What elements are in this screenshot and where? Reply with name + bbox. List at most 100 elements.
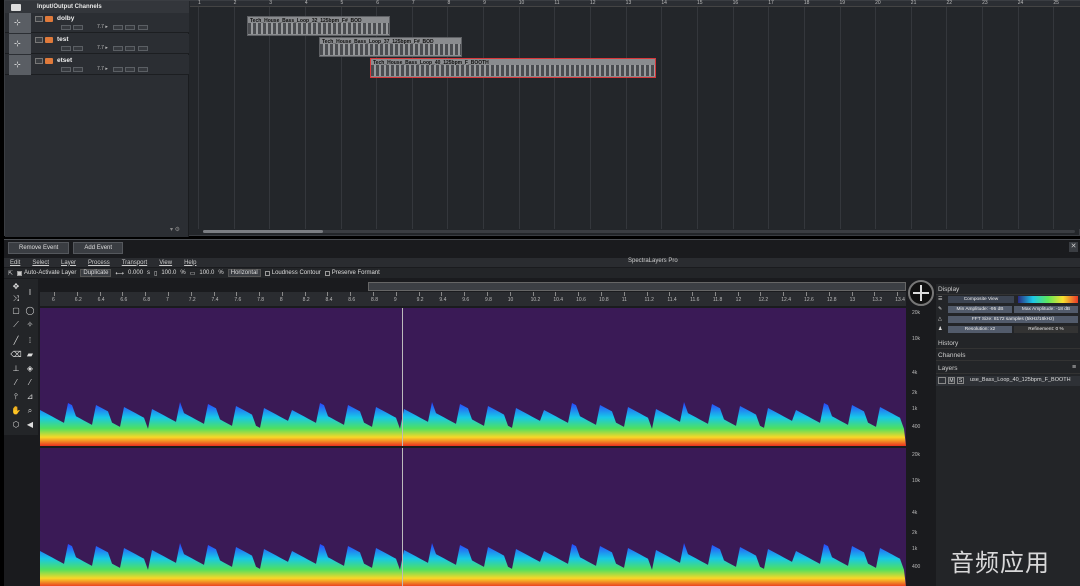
scrollbar-thumb[interactable] [203,230,323,233]
time-ruler[interactable]: 6 6.2 6.4 6.6 6.8 7 7.2 7.4 7.6 7.8 8 8.2 8.4 8.6 8.8 9… [40,292,906,306]
menu-transport[interactable]: Transport [122,260,147,266]
settings-gear-icon[interactable]: ▾ ⚙ [170,226,180,233]
track-control[interactable] [138,67,148,72]
hand-icon[interactable]: ✋ [10,405,22,417]
close-icon[interactable]: ✕ [1069,242,1078,252]
monitor-icon[interactable]: ⊹ [14,60,21,69]
track-control[interactable] [125,46,135,51]
track-control[interactable] [61,25,71,30]
layer-row[interactable]: M S use_Bass_Loop_40_125bpm_F_BOOTH [936,376,1080,386]
layer-solo-icon[interactable]: S [957,377,964,384]
refinement-slider[interactable]: Refinement: 0 % [1014,326,1078,333]
channels-panel-header[interactable]: Channels [936,350,1080,361]
menu-help[interactable]: Help [184,260,196,266]
track-volume[interactable]: 7.7 ▸ [97,45,108,51]
monitor-icon[interactable]: ⊹ [14,18,21,27]
remove-event-button[interactable]: Remove Event [8,242,70,254]
time-stretch-field[interactable]: 100.0 [161,270,176,276]
pitch-tool-icon[interactable]: ⫯ [10,391,22,403]
colormap-selector[interactable] [1018,296,1078,303]
max-amplitude-slider[interactable]: Max Amplitude: -18 dB [1014,306,1078,313]
navigation-compass-icon[interactable] [908,280,934,306]
display-panel-header[interactable]: Display [936,284,1080,295]
track-control[interactable] [138,25,148,30]
track-volume[interactable]: 7.7 ▸ [97,66,108,72]
time-tick [806,292,808,296]
menu-view[interactable]: View [159,260,172,266]
layer-mute-icon[interactable]: M [948,377,955,384]
mode-dropdown[interactable]: Duplicate [80,269,112,277]
speaker-icon[interactable]: ◀ [24,419,36,431]
paint-brush-icon[interactable]: ⁄ [10,377,22,389]
fill-icon[interactable]: ◈ [24,363,36,375]
spectrogram-channel-1[interactable] [40,308,906,446]
track-control[interactable] [73,67,83,72]
zoom-icon[interactable]: ⌕ [24,405,36,417]
menu-select[interactable]: Select [32,260,49,266]
pitch-field[interactable]: 100.0 [199,270,214,276]
eraser-icon[interactable]: ⌫ [10,349,22,361]
add-event-button[interactable]: Add Event [73,242,124,254]
stamp-icon[interactable]: ⊥ [10,363,22,375]
monitor-icon[interactable]: ⊹ [14,39,21,48]
folder-track[interactable]: Input/Output Channels [5,1,189,13]
playhead[interactable] [402,308,403,446]
history-panel-header[interactable]: History [936,338,1080,349]
horizontal-scrollbar[interactable] [203,230,1075,233]
track-control[interactable] [61,67,71,72]
preserve-formant-checkbox[interactable]: Preserve Formant [324,270,380,276]
lasso-icon[interactable]: ◯ [24,305,36,317]
menu-layer[interactable]: Layer [61,260,76,266]
playhead[interactable] [402,448,403,586]
move-layer-icon[interactable]: ⤨ [10,293,22,305]
cube-icon[interactable]: ⬡ [10,419,22,431]
dots-icon[interactable]: ⁞ [24,335,36,347]
record-enable-button[interactable] [45,58,53,64]
track-etset[interactable]: ⊹ etset 7.7 ▸ [5,55,189,75]
audio-clip-selected[interactable]: Tech_House_Bass_Loop_40_125bpm_F_BOOTH [370,58,656,78]
track-control[interactable] [138,46,148,51]
brush-icon[interactable]: ⟋ [10,319,22,331]
menu-process[interactable]: Process [88,260,110,266]
text-cursor-icon[interactable]: I [24,287,36,299]
track-test[interactable]: ⊹ test 7.7 ▸ [5,34,189,54]
track-dolby[interactable]: ⊹ dolby 7.7 ▸ [5,13,189,33]
menu-icon[interactable]: ≡ [1072,364,1076,371]
mute-button[interactable] [35,16,43,22]
timeline-overview[interactable] [368,282,906,291]
composite-view-button[interactable]: Composite View [948,296,1014,303]
loudness-contour-checkbox[interactable]: Loudness Contour [264,270,321,276]
move-tool-icon[interactable]: ✥ [10,281,22,293]
magic-wand-icon[interactable]: ✧ [24,319,36,331]
rect-select-icon[interactable]: ▢ [10,305,22,317]
track-control[interactable] [61,46,71,51]
track-control[interactable] [73,46,83,51]
track-control[interactable] [113,46,123,51]
record-enable-button[interactable] [45,16,53,22]
mute-button[interactable] [35,58,43,64]
layers-panel-header[interactable]: Layers [936,363,1080,374]
spectrogram-channel-2[interactable] [40,448,906,586]
direction-dropdown[interactable]: Horizontal [227,269,261,277]
track-control[interactable] [113,25,123,30]
audio-clip[interactable]: Tech_House_Bass_Loop_32_125bpm_F#_BOD [247,16,390,36]
mute-button[interactable] [35,37,43,43]
track-volume[interactable]: 7.7 ▸ [97,24,108,30]
offset-field[interactable]: 0.000 [128,270,143,276]
fft-size-slider[interactable]: FFT Size: 8172 samples (5kHz/16kHz) [948,316,1078,323]
audio-clip[interactable]: Tech_House_Bass_Loop_37_125bpm_F#_BOD [319,37,462,57]
menu-edit[interactable]: Edit [10,260,20,266]
auto-activate-checkbox[interactable]: Auto-Activate Layer [17,270,76,276]
eyedropper-icon[interactable]: ⊿ [24,391,36,403]
dropper-icon[interactable]: ⁄ [24,377,36,389]
arrange-area[interactable]: Tech_House_Bass_Loop_32_125bpm_F#_BOD Te… [190,7,1080,229]
min-amplitude-slider[interactable]: Min Amplitude: -95 dB [948,306,1012,313]
track-control[interactable] [125,25,135,30]
smudge-icon[interactable]: ▰ [24,349,36,361]
record-enable-button[interactable] [45,37,53,43]
track-control[interactable] [73,25,83,30]
resolution-slider[interactable]: Resolution: x2 [948,326,1012,333]
pencil-icon[interactable]: ╱ [10,335,22,347]
track-control[interactable] [125,67,135,72]
track-control[interactable] [113,67,123,72]
